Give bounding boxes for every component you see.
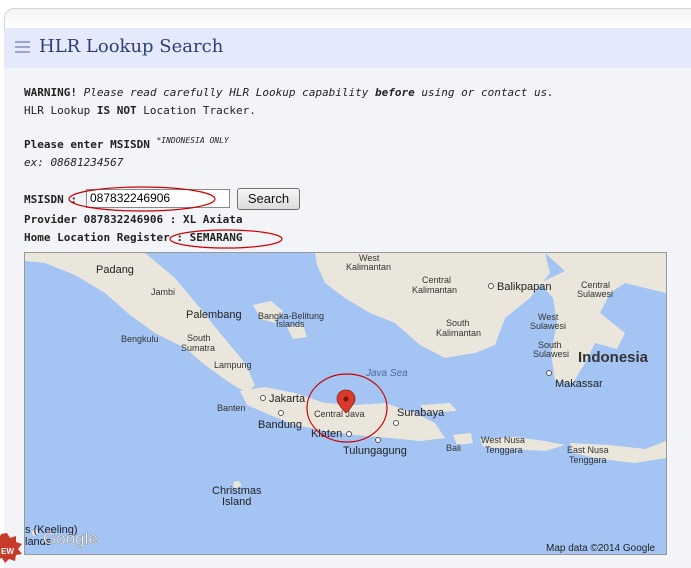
msisdn-input[interactable]: 087832246906 <box>86 189 230 208</box>
map-label-central-kal-1: Central <box>422 275 451 285</box>
map-label-jakarta: Jakarta <box>269 393 306 405</box>
map-label-west-sul-2: Sulawesi <box>530 321 566 331</box>
map-label-south-sul-2: Sulawesi <box>533 349 569 359</box>
map-label-lampung: Lampung <box>214 360 252 370</box>
warning-line: WARNING! Please read carefully HLR Looku… <box>24 86 554 99</box>
map-label-padang: Padang <box>96 264 134 276</box>
page-title: HLR Lookup Search <box>39 36 224 57</box>
map-label-central-java: Central Java <box>314 409 365 419</box>
map-canvas[interactable]: Padang Jambi Palembang Bengkulu South Su… <box>25 253 666 554</box>
map-dot-balikpapan <box>488 283 494 289</box>
map-copyright: Map data ©2014 Google <box>546 543 656 554</box>
disclaimer-b: IS NOT <box>96 104 137 117</box>
map-label-bandung: Bandung <box>258 419 302 431</box>
hlr-label: Home Location Register <box>24 231 170 244</box>
map-label-south-kal-1: South <box>446 318 470 328</box>
map-label-palembang: Palembang <box>186 309 242 321</box>
disclaimer-c: Location Tracker. <box>143 104 256 117</box>
hlr-value: : SEMARANG <box>176 231 243 244</box>
prompt-label: Please enter MSISDN <box>24 138 150 151</box>
svg-text:EW: EW <box>1 547 14 556</box>
new-badge-icon: EW <box>0 533 22 563</box>
map-label-east-nusa-2: Tenggara <box>569 455 607 465</box>
search-button[interactable]: Search <box>237 188 300 210</box>
warning-label: WARNING! <box>24 86 77 99</box>
map-label-east-nusa-1: East Nusa <box>567 445 609 455</box>
map-dot-makassar <box>546 370 552 376</box>
map-label-west-kal-2: Kalimantan <box>346 262 391 272</box>
map-label-balikpapan: Balikpapan <box>497 281 551 293</box>
page-top-strip <box>4 8 691 29</box>
provider-result: Provider 087832246906 : XL Axiata <box>24 213 243 226</box>
prompt-note: *INDONESIA ONLY <box>156 136 229 145</box>
map-label-jambi: Jambi <box>151 287 175 297</box>
map-label-christmas-2: Island <box>222 496 251 508</box>
map-dot-klaten <box>346 431 352 437</box>
hamburger-menu-icon[interactable] <box>15 41 30 53</box>
map-label-makassar: Makassar <box>555 378 603 390</box>
map-label-surabaya: Surabaya <box>397 407 445 419</box>
map-label-central-kal-2: Kalimantan <box>412 285 457 295</box>
map-label-bengkulu: Bengkulu <box>121 334 159 344</box>
warning-emphasis: before <box>375 86 415 99</box>
map-label-central-sul-2: Sulawesi <box>577 289 613 299</box>
map-label-java-sea: Java Sea <box>365 368 408 379</box>
map-label-south-sumatra-2: Sumatra <box>181 343 215 353</box>
map-dot-surabaya <box>393 420 399 426</box>
map-dot-jakarta <box>260 395 266 401</box>
map-label-banten: Banten <box>217 403 246 413</box>
map-dot-bandung <box>278 410 284 416</box>
map-label-tulungagung: Tulungagung <box>343 445 407 457</box>
disclaimer-a: HLR Lookup <box>24 104 91 117</box>
map-label-south-sumatra-1: South <box>187 333 211 343</box>
map-label-west-nusa-2: Tenggara <box>485 445 523 455</box>
hlr-result: Home Location Register : SEMARANG <box>24 231 243 244</box>
msisdn-label: MSISDN : <box>24 193 77 206</box>
map-label-indonesia: Indonesia <box>578 349 649 366</box>
map-label-bangka-2: Islands <box>276 319 305 329</box>
google-logo: Google <box>43 529 98 548</box>
warning-text-b: using or contact us. <box>421 86 554 99</box>
location-map[interactable]: Padang Jambi Palembang Bengkulu South Su… <box>24 252 667 555</box>
page-header: HLR Lookup Search <box>4 28 691 68</box>
map-label-south-kal-2: Kalimantan <box>436 328 481 338</box>
map-dot-tulungagung <box>375 437 381 443</box>
disclaimer-line: HLR Lookup IS NOT Location Tracker. <box>24 104 256 117</box>
msisdn-example: ex: 08681234567 <box>24 156 124 169</box>
warning-text-a: Please read carefully HLR Lookup capabil… <box>83 86 369 99</box>
msisdn-prompt: Please enter MSISDN *INDONESIA ONLY <box>24 136 229 151</box>
map-label-bali: Bali <box>446 443 461 453</box>
map-label-west-nusa-1: West Nusa <box>481 435 525 445</box>
